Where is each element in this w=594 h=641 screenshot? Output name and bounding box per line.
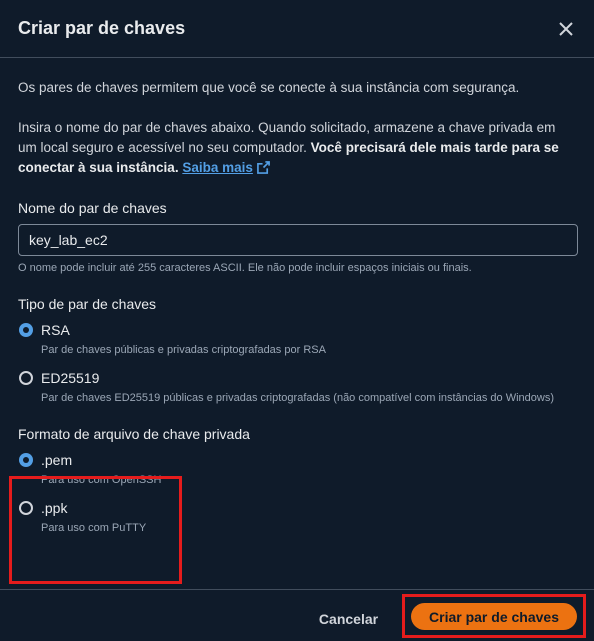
modal-body: Os pares de chaves permitem que você se … (0, 58, 594, 536)
modal-header: Criar par de chaves (0, 0, 594, 58)
rsa-description: Par de chaves públicas e privadas cripto… (41, 344, 326, 356)
create-button-highlight-box: Criar par de chaves (402, 594, 586, 638)
radio-ed25519[interactable] (19, 371, 33, 385)
create-key-pair-modal: Criar par de chaves Os pares de chaves p… (0, 0, 594, 641)
key-name-input[interactable] (18, 224, 578, 256)
key-name-label: Nome do par de chaves (18, 200, 167, 216)
key-type-option-ed25519[interactable]: ED25519 Par de chaves ED25519 públicas e… (18, 368, 576, 406)
file-format-label: Formato de arquivo de chave privada (18, 426, 250, 442)
radio-pem[interactable] (19, 453, 33, 467)
modal-footer: Cancelar Criar par de chaves (0, 589, 594, 641)
pem-label: .pem (41, 452, 73, 468)
ppk-label: .ppk (41, 500, 68, 516)
external-link-icon (256, 161, 270, 174)
file-format-section: Formato de arquivo de chave privada .pem… (18, 426, 576, 536)
key-name-section: Nome do par de chaves O nome pode inclui… (18, 200, 578, 274)
key-name-hint: O nome pode incluir até 255 caracteres A… (18, 262, 472, 274)
create-key-pair-button[interactable]: Criar par de chaves (411, 603, 577, 630)
file-format-option-pem[interactable]: .pem Para uso com OpenSSH (18, 450, 576, 488)
ed25519-description: Par de chaves ED25519 públicas e privada… (41, 392, 554, 404)
key-type-option-rsa[interactable]: RSA Par de chaves públicas e privadas cr… (18, 320, 576, 358)
close-button[interactable] (556, 19, 576, 39)
close-icon (559, 21, 573, 36)
instructions-text: Insira o nome do par de chaves abaixo. Q… (18, 118, 576, 178)
radio-rsa[interactable] (19, 323, 33, 337)
pem-description: Para uso com OpenSSH (41, 474, 162, 486)
cancel-button[interactable]: Cancelar (306, 604, 391, 634)
radio-ppk[interactable] (19, 501, 33, 515)
learn-more-link[interactable]: Saiba mais (182, 160, 253, 175)
rsa-label: RSA (41, 322, 70, 338)
ed25519-label: ED25519 (41, 370, 100, 386)
key-type-label: Tipo de par de chaves (18, 296, 157, 312)
ppk-description: Para uso com PuTTY (41, 522, 147, 534)
file-format-option-ppk[interactable]: .ppk Para uso com PuTTY (18, 498, 576, 536)
intro-text: Os pares de chaves permitem que você se … (18, 80, 520, 95)
modal-title: Criar par de chaves (18, 18, 186, 38)
key-type-section: Tipo de par de chaves RSA Par de chaves … (18, 296, 576, 406)
